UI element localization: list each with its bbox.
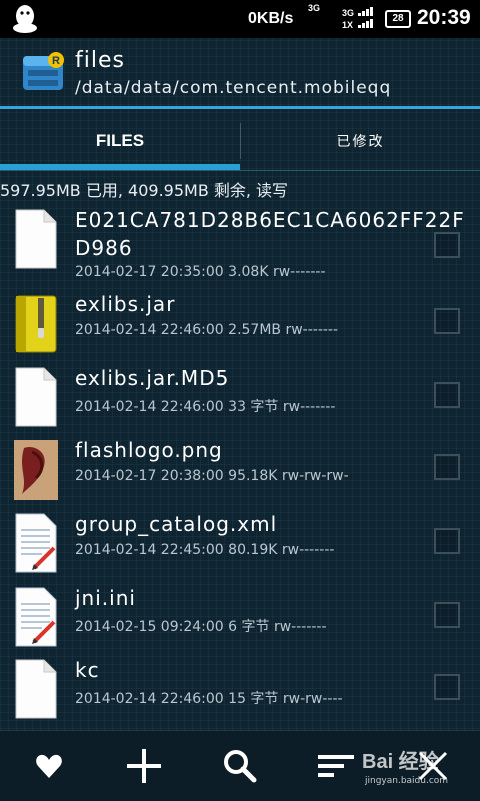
file-meta: 2014-02-17 20:38:00 95.18K rw-rw-rw-: [75, 468, 349, 484]
file-date: 2014-02-14 22:45:00: [75, 542, 224, 558]
file-size: 2.57MB: [228, 322, 282, 338]
file-name: group_catalog.xml: [75, 512, 278, 536]
file-name: E021CA781D28B6EC1CA6062FF22FD986: [75, 208, 465, 260]
folder-name: files: [75, 48, 125, 73]
file-select-checkbox[interactable]: [434, 454, 460, 480]
file-manager-app-icon[interactable]: R: [20, 50, 66, 96]
file-size: 3.08K: [228, 264, 269, 280]
file-size: 80.19K: [228, 542, 278, 558]
status-bar: 0KB/s 3G 3G 1X 28 20:39: [0, 0, 480, 38]
file-meta: 2014-02-14 22:45:00 80.19K rw-------: [75, 542, 334, 558]
file-row[interactable]: exlibs.jar 2014-02-14 22:46:00 2.57MB rw-…: [0, 288, 480, 362]
tab-baseline: [0, 170, 480, 171]
tab-modified[interactable]: 已修改: [241, 109, 480, 173]
file-row[interactable]: exlibs.jar.MD5 2014-02-14 22:46:00 33 字节 …: [0, 362, 480, 434]
favorites-button[interactable]: [24, 741, 74, 791]
file-permissions: rw-------: [282, 399, 336, 415]
archive-file-icon: [14, 292, 58, 354]
file-permissions: rw-rw----: [282, 691, 343, 707]
add-button[interactable]: [119, 741, 169, 791]
file-date: 2014-02-14 22:46:00: [75, 691, 224, 707]
text-document-icon: [14, 512, 58, 574]
network-speed: 0KB/s: [248, 10, 294, 27]
file-select-checkbox[interactable]: [434, 382, 460, 408]
file-date: 2014-02-15 09:24:00: [75, 619, 224, 635]
file-meta: 2014-02-14 22:46:00 33 字节 rw-------: [75, 396, 335, 416]
heart-icon: [36, 754, 62, 778]
file-row[interactable]: group_catalog.xml 2014-02-14 22:45:00 80.…: [0, 508, 480, 582]
sort-icon: [318, 755, 354, 777]
file-select-checkbox[interactable]: [434, 528, 460, 554]
file-meta: 2014-02-15 09:24:00 6 字节 rw-------: [75, 616, 327, 636]
qq-notification-icon: [13, 5, 37, 33]
file-permissions: rw-------: [273, 619, 327, 635]
file-select-checkbox[interactable]: [434, 674, 460, 700]
svg-text:1X: 1X: [342, 20, 353, 30]
blank-file-icon: [14, 208, 58, 270]
blank-file-icon: [14, 366, 58, 428]
file-size: 33 字节: [228, 399, 279, 415]
file-meta: 2014-02-14 22:46:00 15 字节 rw-rw----: [75, 688, 343, 708]
plus-icon: [127, 749, 161, 783]
file-name: jni.ini: [75, 586, 136, 610]
file-date: 2014-02-17 20:38:00: [75, 468, 224, 484]
storage-info: 597.95MB 已用, 409.95MB 剩余, 读写: [0, 181, 289, 200]
file-name: exlibs.jar: [75, 292, 176, 316]
file-row[interactable]: flashlogo.png 2014-02-17 20:38:00 95.18K …: [0, 434, 480, 508]
image-thumbnail-icon: [14, 438, 58, 500]
clock: 20:39: [417, 6, 471, 29]
search-button[interactable]: [215, 741, 265, 791]
file-permissions: rw-------: [272, 264, 326, 280]
svg-text:3G: 3G: [342, 8, 354, 18]
text-document-icon: [14, 586, 58, 648]
file-name: kc: [75, 658, 100, 682]
file-name: flashlogo.png: [75, 438, 223, 462]
file-size: 95.18K: [228, 468, 278, 484]
file-meta: 2014-02-17 20:35:00 3.08K rw-------: [75, 264, 326, 280]
file-permissions: rw-------: [281, 542, 335, 558]
file-row[interactable]: kc 2014-02-14 22:46:00 15 字节 rw-rw----: [0, 654, 480, 724]
watermark-brand: Bai 经验: [362, 751, 439, 773]
file-size: 15 字节: [228, 691, 279, 707]
signal-strength-icon: 3G 1X: [342, 7, 373, 30]
search-icon: [224, 750, 257, 783]
file-date: 2014-02-14 22:46:00: [75, 322, 224, 338]
file-select-checkbox[interactable]: [434, 232, 460, 258]
file-select-checkbox[interactable]: [434, 602, 460, 628]
app-header: R files /data/data/com.tencent.mobileqq: [0, 38, 480, 106]
file-permissions: rw-rw-rw-: [281, 468, 349, 484]
file-permissions: rw-------: [285, 322, 339, 338]
file-row[interactable]: jni.ini 2014-02-15 09:24:00 6 字节 rw------…: [0, 582, 480, 654]
file-list: E021CA781D28B6EC1CA6062FF22FD986 2014-02-…: [0, 204, 480, 724]
blank-file-icon: [14, 658, 58, 720]
file-size: 6 字节: [228, 619, 270, 635]
file-meta: 2014-02-14 22:46:00 2.57MB rw-------: [75, 322, 338, 338]
watermark-url: jingyan.baidu.com: [365, 776, 449, 786]
file-date: 2014-02-17 20:35:00: [75, 264, 224, 280]
network-type: 3G: [308, 3, 321, 13]
file-row[interactable]: E021CA781D28B6EC1CA6062FF22FD986 2014-02-…: [0, 204, 480, 284]
svg-text:R: R: [52, 55, 60, 67]
folder-path: /data/data/com.tencent.mobileqq: [75, 78, 392, 98]
battery-indicator: 28: [385, 10, 411, 28]
file-select-checkbox[interactable]: [434, 308, 460, 334]
file-name: exlibs.jar.MD5: [75, 366, 230, 390]
sort-button[interactable]: [311, 741, 361, 791]
file-date: 2014-02-14 22:46:00: [75, 399, 224, 415]
